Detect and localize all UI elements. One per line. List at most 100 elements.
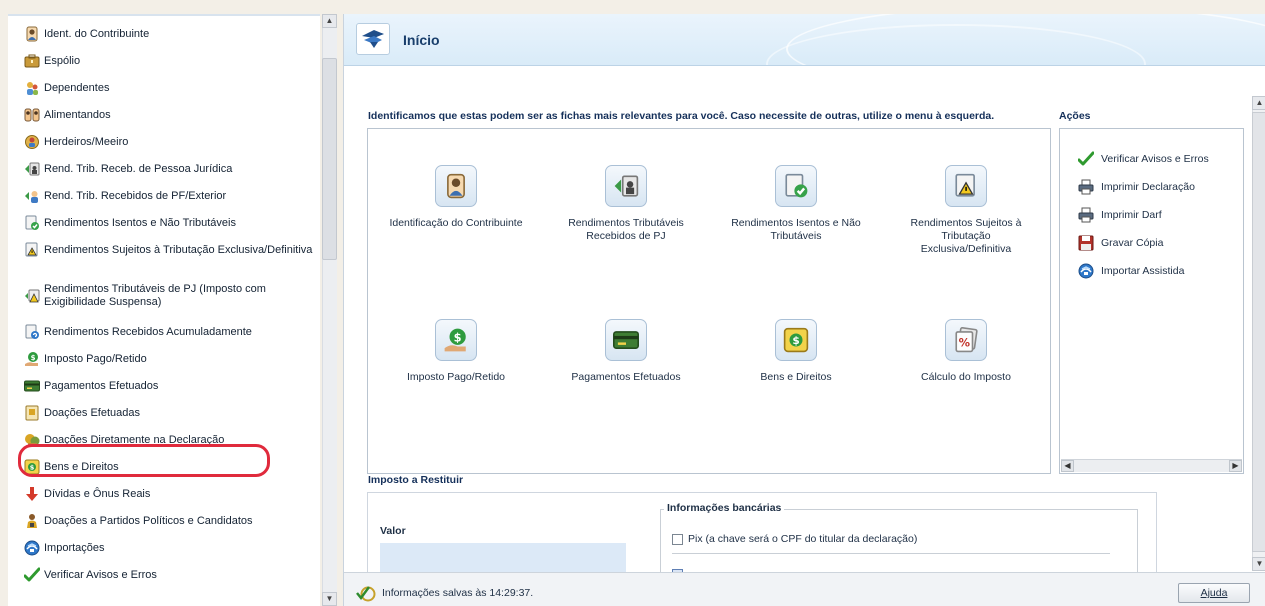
donation-icon	[20, 405, 44, 421]
form-card[interactable]: Rendimentos Sujeitos à Tributação Exclus…	[896, 165, 1036, 256]
sidebar-item-label: Rendimentos Isentos e Não Tributáveis	[44, 216, 236, 229]
sidebar-item-label: Herdeiros/Meeiro	[44, 135, 129, 148]
exclusive-income-icon	[20, 242, 44, 258]
form-card-label: Rendimentos Tributáveis Recebidos de PJ	[568, 217, 684, 242]
printer-icon	[1078, 179, 1094, 195]
sidebar-item-label: Verificar Avisos e Erros	[44, 568, 157, 581]
sidebar-item-dividas-e-onus-reais[interactable]: Dívidas e Ônus Reais	[20, 486, 316, 502]
scroll-right-icon[interactable]: ▶	[1229, 460, 1242, 472]
briefcase-icon	[20, 53, 44, 69]
heirs-icon	[20, 134, 44, 150]
scroll-down-icon[interactable]: ▼	[1252, 557, 1265, 571]
help-button[interactable]: Ajuda	[1178, 583, 1250, 603]
svg-text:%: %	[959, 336, 971, 350]
action-imprimir-declaracao[interactable]: Imprimir Declaração	[1078, 179, 1195, 195]
sidebar-item-rend-trib-recebidos-de-pf-exterior[interactable]: Rend. Trib. Recebidos de PF/Exterior	[20, 188, 316, 204]
svg-text:$: $	[792, 335, 799, 347]
sidebar-menu: Ident. do Contribuinte Espólio Dependentes…	[8, 14, 320, 606]
checkmark-icon	[20, 567, 44, 583]
tax-calc-icon: %	[945, 319, 987, 361]
form-card[interactable]: $ Bens e Direitos	[726, 319, 866, 384]
form-card-label: Identificação do Contribuinte	[389, 217, 523, 229]
scroll-down-icon[interactable]: ▼	[322, 592, 337, 606]
sidebar-item-dependentes[interactable]: Dependentes	[20, 80, 316, 96]
bank-info-title: Informações bancárias	[664, 502, 785, 514]
scroll-up-icon[interactable]: ▲	[1252, 96, 1265, 110]
sidebar-item-rendimentos-tributaveis-de-pj-imposto-com-exigibilidade-suspensa[interactable]: Rendimentos Tributáveis de PJ (Imposto c…	[20, 283, 316, 309]
assets-icon: $	[775, 319, 817, 361]
sidebar-item-verificar-avisos-e-erros[interactable]: Verificar Avisos e Erros	[20, 567, 316, 583]
action-imprimir-darf[interactable]: Imprimir Darf	[1078, 207, 1162, 223]
action-importar-assistida[interactable]: Importar Assistida	[1078, 263, 1184, 279]
exclusive-income-icon	[945, 165, 987, 207]
political-donation-icon	[20, 513, 44, 529]
form-card[interactable]: % Cálculo do Imposto	[896, 319, 1036, 384]
sidebar-item-label: Rendimentos Tributáveis de PJ (Imposto c…	[44, 283, 266, 308]
tax-paid-icon: $	[435, 319, 477, 361]
form-card-label: Cálculo do Imposto	[921, 371, 1011, 383]
accumulated-income-icon	[20, 324, 44, 340]
scroll-up-icon[interactable]: ▲	[322, 14, 337, 28]
sidebar-item-label: Imposto Pago/Retido	[44, 352, 147, 365]
assets-icon: $	[20, 459, 44, 475]
sidebar-item-rendimentos-isentos-e-nao-tributaveis[interactable]: Rendimentos Isentos e Não Tributáveis	[20, 215, 316, 231]
sidebar-item-doacoes-diretamente-na-declaracao[interactable]: Doações Diretamente na Declaração	[20, 432, 316, 448]
income-pj-icon	[20, 161, 44, 177]
suspended-income-icon	[20, 288, 44, 304]
save-icon	[1078, 235, 1094, 251]
people-icon	[20, 107, 44, 123]
actions-horizontal-scrollbar[interactable]: ◀ ▶	[1061, 459, 1242, 472]
sidebar-item-doacoes-a-partidos-politicos-e-candidatos[interactable]: Doações a Partidos Políticos e Candidato…	[20, 513, 316, 529]
main-scrollbar-thumb[interactable]	[1252, 112, 1265, 552]
form-card[interactable]: $ Imposto Pago/Retido	[386, 319, 526, 384]
sidebar-item-rendimentos-recebidos-acumuladamente[interactable]: Rendimentos Recebidos Acumuladamente	[20, 324, 316, 340]
sidebar-item-label: Pagamentos Efetuados	[44, 379, 159, 392]
sidebar-item-ident-do-contribuinte[interactable]: Ident. do Contribuinte	[20, 26, 316, 42]
import-icon	[1078, 263, 1094, 279]
sidebar-item-label: Espólio	[44, 54, 81, 67]
sidebar-item-label: Doações Diretamente na Declaração	[44, 433, 225, 446]
printer-icon	[1078, 207, 1094, 223]
sidebar-item-doacoes-efetuadas[interactable]: Doações Efetuadas	[20, 405, 316, 421]
income-pf-icon	[20, 188, 44, 204]
form-card[interactable]: Pagamentos Efetuados	[556, 319, 696, 384]
valor-field	[380, 543, 626, 572]
sidebar-item-label: Rendimentos Recebidos Acumuladamente	[44, 325, 252, 338]
income-pj-icon	[605, 165, 647, 207]
action-label: Importar Assistida	[1101, 265, 1185, 277]
main-panel: Início Identificamos que estas podem ser…	[343, 14, 1265, 606]
sidebar-item-rend-trib-receb-de-pessoa-juridica[interactable]: Rend. Trib. Receb. de Pessoa Jurídica	[20, 161, 316, 177]
sidebar-item-espolio[interactable]: Espólio	[20, 53, 316, 69]
sidebar-item-pagamentos-efetuados[interactable]: Pagamentos Efetuados	[20, 378, 316, 394]
pix-checkbox-row[interactable]: Pix (a chave será o CPF do titular da de…	[672, 533, 917, 545]
actions-panel: Verificar Avisos e Erros Imprimir Declara…	[1059, 128, 1244, 474]
form-card-label: Bens e Direitos	[760, 371, 832, 383]
person-icon	[20, 26, 44, 42]
action-label: Imprimir Declaração	[1101, 181, 1195, 193]
relevant-forms-panel: Identificação do Contribuinte Rendimentos…	[367, 128, 1051, 474]
actions-title: Ações	[1059, 110, 1091, 122]
status-bar: Informações salvas às 14:29:37. Ajuda	[344, 572, 1265, 606]
sidebar-item-label: Alimentandos	[44, 108, 111, 121]
sidebar-item-label: Dependentes	[44, 81, 110, 94]
action-gravar-copia[interactable]: Gravar Cópia	[1078, 235, 1163, 251]
sidebar-item-imposto-pago-retido[interactable]: $ Imposto Pago/Retido	[20, 351, 316, 367]
action-verificar-avisos-e-erros[interactable]: Verificar Avisos e Erros	[1078, 151, 1209, 167]
form-card[interactable]: Rendimentos Isentos e Não Tributáveis	[726, 165, 866, 243]
sidebar-item-label: Bens e Direitos	[44, 460, 119, 473]
sidebar-item-rendimentos-sujeitos-a-tributacao-exclusiva-definitiva[interactable]: Rendimentos Sujeitos à Tributação Exclus…	[20, 242, 316, 258]
sidebar-item-alimentandos[interactable]: Alimentandos	[20, 107, 316, 123]
sidebar-item-label: Importações	[44, 541, 105, 554]
page-header: Início	[344, 14, 1265, 66]
pix-checkbox[interactable]	[672, 533, 683, 545]
form-card[interactable]: Rendimentos Tributáveis Recebidos de PJ	[556, 165, 696, 243]
form-card[interactable]: Identificação do Contribuinte	[386, 165, 526, 230]
dependents-icon	[20, 80, 44, 96]
sidebar-item-herdeiros-meeiro[interactable]: Herdeiros/Meeiro	[20, 134, 316, 150]
sidebar-scrollbar-thumb[interactable]	[322, 58, 337, 260]
exempt-income-icon	[20, 215, 44, 231]
scroll-left-icon[interactable]: ◀	[1061, 460, 1074, 472]
sidebar-item-bens-e-direitos[interactable]: $ Bens e Direitos	[20, 459, 316, 475]
sidebar-item-importacoes[interactable]: Importações	[20, 540, 316, 556]
page-title: Início	[403, 32, 440, 48]
